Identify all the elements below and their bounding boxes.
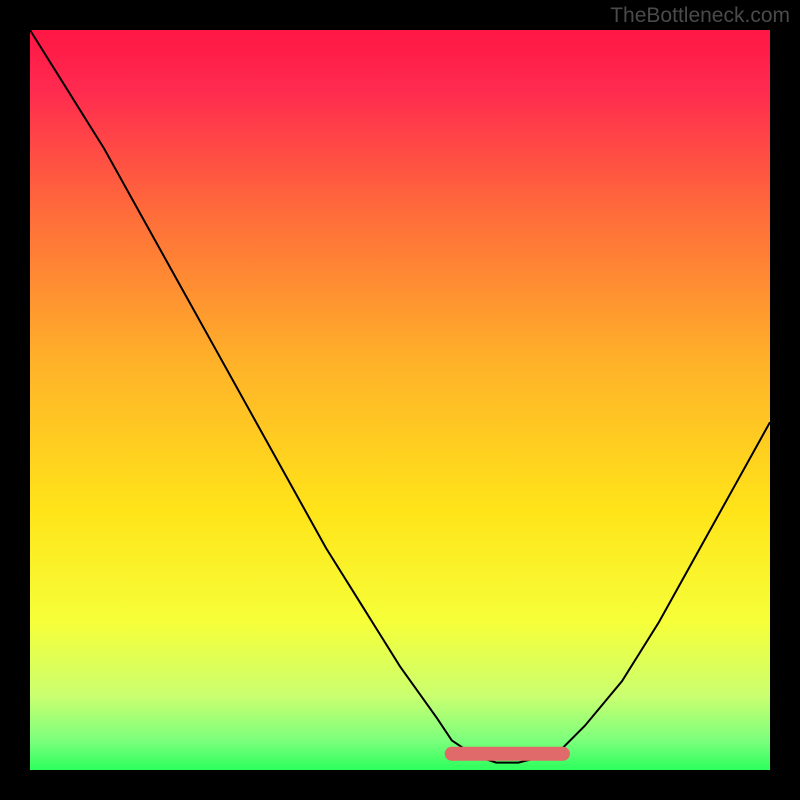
watermark-text: TheBottleneck.com [610,4,790,28]
plot-background [30,30,770,770]
optimal-range-dot-right [556,747,570,761]
bottleneck-chart: TheBottleneck.com [0,0,800,800]
optimal-range-dot-left [445,747,459,761]
chart-canvas [0,0,800,800]
